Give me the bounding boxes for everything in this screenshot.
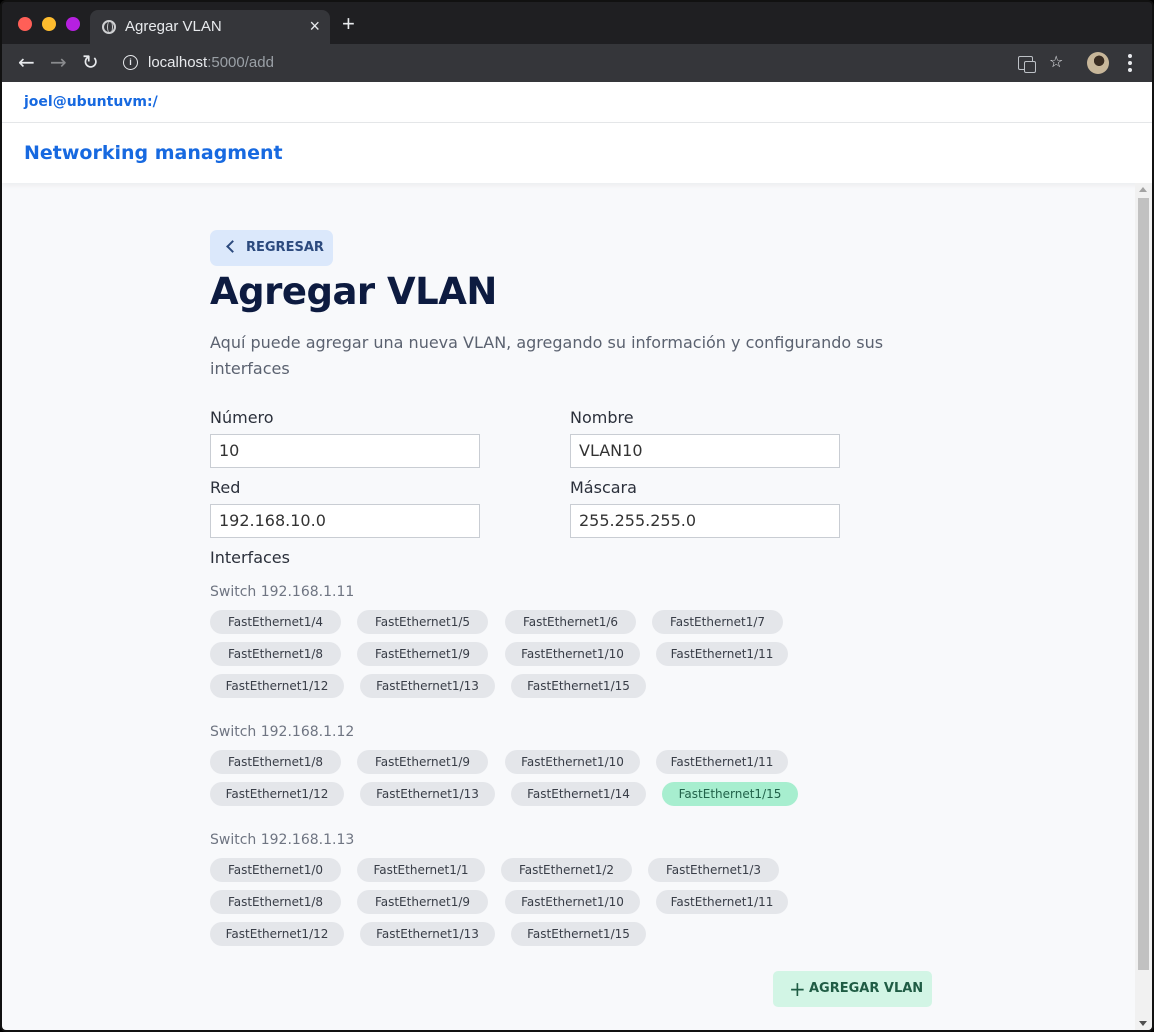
nombre-input[interactable]: VLAN10: [570, 434, 840, 468]
interface-chip[interactable]: FastEthernet1/2: [501, 858, 632, 882]
back-arrow-icon[interactable]: ←: [18, 50, 35, 74]
back-button-label: REGRESAR: [246, 240, 324, 255]
bookmark-star-icon[interactable]: ☆: [1049, 52, 1063, 71]
chevron-left-icon: [226, 240, 239, 253]
terminal-user-label: joel@ubuntuvm:/: [24, 94, 158, 110]
interface-chip[interactable]: FastEthernet1/7: [652, 610, 783, 634]
interface-chip[interactable]: FastEthernet1/3: [648, 858, 779, 882]
app-header: Networking managment: [2, 123, 1152, 183]
browser-window: Agregar VLAN × + ← → ↻ i localhost:5000/…: [0, 0, 1154, 1032]
nombre-label: Nombre: [570, 408, 634, 427]
add-vlan-label: AGREGAR VLAN: [809, 981, 924, 996]
top-bar: joel@ubuntuvm:/: [2, 82, 1152, 123]
scroll-thumb[interactable]: [1138, 198, 1149, 970]
minimize-window-button[interactable]: [42, 17, 56, 31]
vertical-scrollbar[interactable]: [1135, 183, 1152, 1030]
translate-icon[interactable]: [1018, 56, 1036, 73]
numero-label: Número: [210, 408, 274, 427]
interface-chip[interactable]: FastEthernet1/10: [505, 750, 640, 774]
interface-chip[interactable]: FastEthernet1/6: [505, 610, 636, 634]
red-label: Red: [210, 478, 241, 497]
interface-chip[interactable]: FastEthernet1/10: [505, 642, 640, 666]
globe-icon: [102, 20, 116, 34]
page-viewport: joel@ubuntuvm:/ Networking managment REG…: [2, 82, 1152, 1030]
page-description: Aquí puede agregar una nueva VLAN, agreg…: [210, 333, 884, 378]
new-tab-button[interactable]: +: [342, 13, 355, 35]
interface-chip[interactable]: FastEthernet1/10: [505, 890, 640, 914]
site-info-icon[interactable]: i: [123, 55, 138, 70]
maximize-window-button[interactable]: [66, 17, 80, 31]
interface-chip[interactable]: FastEthernet1/12: [210, 782, 344, 806]
interface-chip[interactable]: FastEthernet1/0: [210, 858, 341, 882]
reload-icon[interactable]: ↻: [82, 50, 99, 74]
red-input[interactable]: 192.168.10.0: [210, 504, 480, 538]
interface-chip[interactable]: FastEthernet1/11: [656, 750, 788, 774]
interfaces-label: Interfaces: [210, 548, 290, 567]
mascara-input[interactable]: 255.255.255.0: [570, 504, 840, 538]
interface-chip[interactable]: FastEthernet1/14: [511, 782, 646, 806]
tab-agregar-vlan[interactable]: Agregar VLAN ×: [90, 10, 330, 44]
interface-chip[interactable]: FastEthernet1/9: [357, 642, 488, 666]
interface-chip[interactable]: FastEthernet1/13: [360, 922, 495, 946]
plus-icon: +: [789, 977, 806, 1001]
browser-menu-icon[interactable]: [1128, 54, 1132, 72]
numero-input[interactable]: 10: [210, 434, 480, 468]
close-tab-icon[interactable]: ×: [309, 16, 320, 37]
interface-chip[interactable]: FastEthernet1/13: [360, 782, 495, 806]
scroll-down-arrow-icon[interactable]: [1139, 1021, 1147, 1026]
interface-chip[interactable]: FastEthernet1/4: [210, 610, 341, 634]
add-vlan-button[interactable]: + AGREGAR VLAN: [773, 971, 932, 1007]
url-host: localhost: [148, 54, 208, 71]
interface-chip[interactable]: FastEthernet1/15: [511, 922, 646, 946]
interface-chip[interactable]: FastEthernet1/1: [357, 858, 485, 882]
forward-arrow-icon[interactable]: →: [50, 50, 67, 74]
interface-chip[interactable]: FastEthernet1/8: [210, 750, 341, 774]
interface-chip[interactable]: FastEthernet1/9: [357, 890, 488, 914]
interface-chip[interactable]: FastEthernet1/9: [357, 750, 488, 774]
browser-toolbar: ← → ↻ i localhost:5000/add ☆: [2, 44, 1152, 82]
interface-chip[interactable]: FastEthernet1/13: [360, 674, 495, 698]
profile-avatar[interactable]: [1087, 52, 1109, 74]
interface-chip[interactable]: FastEthernet1/15: [511, 674, 646, 698]
switch-title: Switch 192.168.1.13: [210, 832, 355, 848]
switch-title: Switch 192.168.1.11: [210, 584, 355, 600]
interface-chip[interactable]: FastEthernet1/8: [210, 642, 341, 666]
tab-bar: Agregar VLAN × +: [2, 2, 1152, 44]
interface-chip[interactable]: FastEthernet1/11: [656, 642, 788, 666]
interface-chip[interactable]: FastEthernet1/12: [210, 922, 344, 946]
interface-chip[interactable]: FastEthernet1/8: [210, 890, 341, 914]
page-title: Agregar VLAN: [210, 270, 497, 313]
interface-chip[interactable]: FastEthernet1/12: [210, 674, 344, 698]
url-path: :5000/add: [207, 54, 274, 71]
mascara-label: Máscara: [570, 478, 637, 497]
close-window-button[interactable]: [18, 17, 32, 31]
interface-chip[interactable]: FastEthernet1/11: [656, 890, 788, 914]
back-button[interactable]: REGRESAR: [210, 230, 333, 266]
brand-title[interactable]: Networking managment: [24, 142, 283, 164]
switch-title: Switch 192.168.1.12: [210, 724, 355, 740]
interface-chip[interactable]: FastEthernet1/5: [357, 610, 488, 634]
interface-chip-selected[interactable]: FastEthernet1/15: [662, 782, 798, 806]
address-bar[interactable]: localhost:5000/add: [148, 54, 274, 71]
tab-title: Agregar VLAN: [125, 18, 222, 35]
scroll-up-arrow-icon[interactable]: [1139, 187, 1147, 192]
